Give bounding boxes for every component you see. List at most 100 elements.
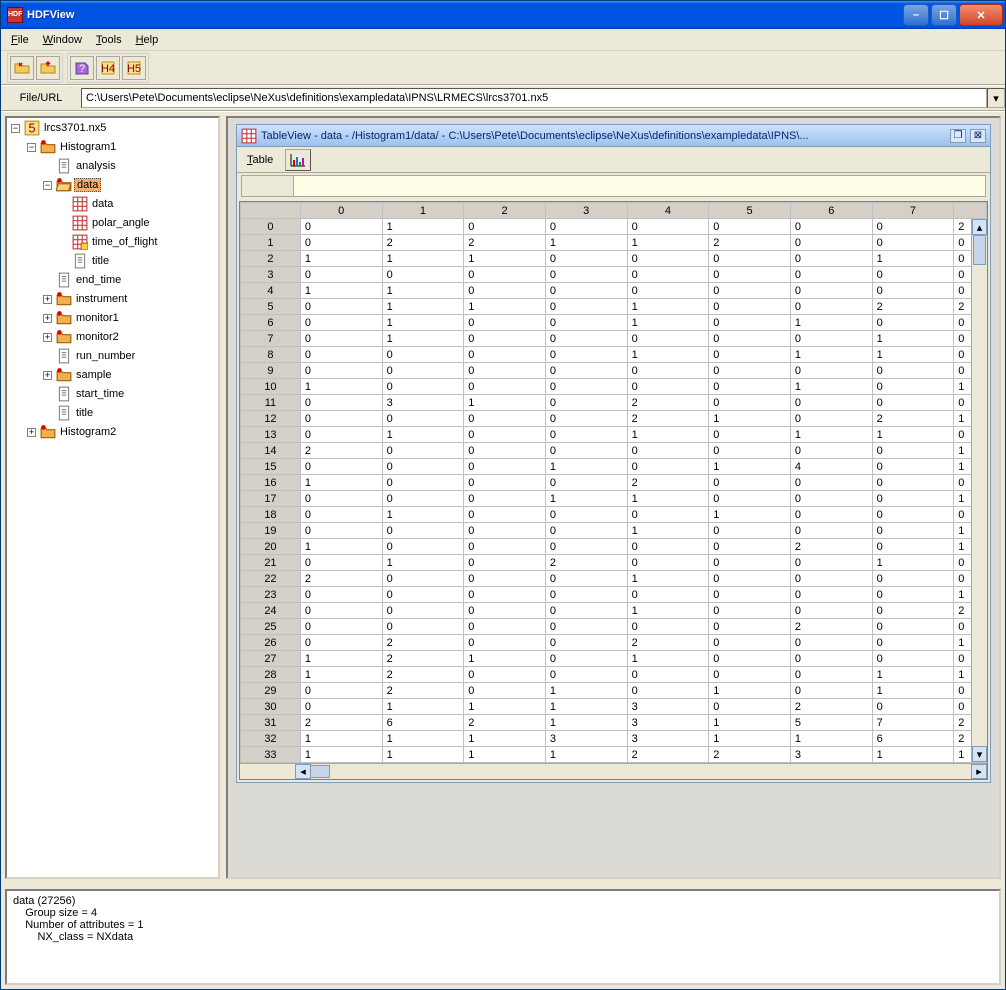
data-cell[interactable]: 1 xyxy=(464,747,546,763)
data-cell[interactable]: 0 xyxy=(709,443,791,459)
table-row[interactable]: 17000110001 xyxy=(241,491,987,507)
data-cell[interactable]: 0 xyxy=(709,491,791,507)
row-header[interactable]: 14 xyxy=(241,443,301,459)
column-header[interactable]: 0 xyxy=(300,203,382,219)
data-cell[interactable]: 1 xyxy=(627,523,709,539)
data-cell[interactable]: 0 xyxy=(627,363,709,379)
data-cell[interactable]: 0 xyxy=(790,651,872,667)
collapse-icon[interactable]: − xyxy=(11,124,20,133)
table-row[interactable]: 11031020000 xyxy=(241,395,987,411)
table-row[interactable]: 32111331162 xyxy=(241,731,987,747)
data-cell[interactable]: 0 xyxy=(464,475,546,491)
data-cell[interactable]: 0 xyxy=(790,683,872,699)
data-cell[interactable]: 3 xyxy=(627,699,709,715)
data-cell[interactable]: 1 xyxy=(300,651,382,667)
table-row[interactable]: 33111122311 xyxy=(241,747,987,763)
data-cell[interactable]: 0 xyxy=(464,683,546,699)
data-cell[interactable]: 0 xyxy=(464,667,546,683)
data-cell[interactable]: 0 xyxy=(790,491,872,507)
data-cell[interactable]: 1 xyxy=(382,731,464,747)
data-cell[interactable]: 1 xyxy=(300,283,382,299)
data-cell[interactable]: 0 xyxy=(627,219,709,235)
data-cell[interactable]: 0 xyxy=(790,571,872,587)
data-cell[interactable]: 0 xyxy=(709,539,791,555)
tree-monitor1[interactable]: +monitor1 xyxy=(41,309,218,327)
data-cell[interactable]: 0 xyxy=(382,379,464,395)
horizontal-scrollbar[interactable]: ◂ ▸ xyxy=(240,763,987,779)
data-cell[interactable]: 0 xyxy=(627,619,709,635)
data-cell[interactable]: 0 xyxy=(382,459,464,475)
data-cell[interactable]: 2 xyxy=(709,747,791,763)
tree-monitor2[interactable]: +monitor2 xyxy=(41,328,218,346)
tree-pane[interactable]: − 5 lrcs3701.nx5 − Histogram1 a xyxy=(5,116,220,879)
data-cell[interactable]: 0 xyxy=(627,667,709,683)
data-cell[interactable]: 0 xyxy=(790,219,872,235)
data-cell[interactable]: 0 xyxy=(790,667,872,683)
data-cell[interactable]: 0 xyxy=(627,251,709,267)
menu-window[interactable]: Window xyxy=(37,32,88,48)
data-cell[interactable]: 0 xyxy=(382,443,464,459)
data-cell[interactable]: 2 xyxy=(627,475,709,491)
chart-button[interactable] xyxy=(285,149,311,171)
data-cell[interactable]: 2 xyxy=(300,443,382,459)
data-cell[interactable]: 0 xyxy=(709,251,791,267)
data-cell[interactable]: 2 xyxy=(382,683,464,699)
data-cell[interactable]: 2 xyxy=(382,635,464,651)
data-cell[interactable]: 0 xyxy=(872,379,954,395)
data-cell[interactable]: 0 xyxy=(464,571,546,587)
data-cell[interactable]: 0 xyxy=(545,539,627,555)
data-cell[interactable]: 2 xyxy=(872,299,954,315)
data-cell[interactable]: 1 xyxy=(790,379,872,395)
data-cell[interactable]: 0 xyxy=(464,443,546,459)
data-cell[interactable]: 1 xyxy=(382,699,464,715)
data-cell[interactable]: 0 xyxy=(872,603,954,619)
data-cell[interactable]: 4 xyxy=(790,459,872,475)
data-cell[interactable]: 2 xyxy=(790,699,872,715)
data-cell[interactable]: 1 xyxy=(790,731,872,747)
data-cell[interactable]: 1 xyxy=(464,651,546,667)
data-cell[interactable]: 0 xyxy=(627,507,709,523)
tree-sample[interactable]: +sample xyxy=(41,366,218,384)
data-cell[interactable]: 0 xyxy=(872,587,954,603)
data-cell[interactable]: 0 xyxy=(872,539,954,555)
data-cell[interactable]: 0 xyxy=(709,363,791,379)
cell-reference[interactable] xyxy=(242,176,294,196)
data-cell[interactable]: 2 xyxy=(464,715,546,731)
data-cell[interactable]: 3 xyxy=(627,715,709,731)
data-cell[interactable]: 1 xyxy=(382,299,464,315)
column-header[interactable]: 6 xyxy=(790,203,872,219)
data-cell[interactable]: 1 xyxy=(464,299,546,315)
data-cell[interactable]: 1 xyxy=(464,731,546,747)
titlebar[interactable]: HDF HDFView – ☐ ✕ xyxy=(1,1,1005,29)
data-cell[interactable]: 0 xyxy=(382,363,464,379)
data-cell[interactable]: 0 xyxy=(790,267,872,283)
data-cell[interactable]: 0 xyxy=(627,555,709,571)
data-cell[interactable]: 0 xyxy=(300,619,382,635)
hdf5-button[interactable]: H5 xyxy=(122,56,146,80)
table-row[interactable]: 31262131572 xyxy=(241,715,987,731)
data-cell[interactable]: 0 xyxy=(464,619,546,635)
data-cell[interactable]: 2 xyxy=(382,651,464,667)
data-cell[interactable]: 1 xyxy=(709,715,791,731)
row-header[interactable]: 16 xyxy=(241,475,301,491)
row-header[interactable]: 28 xyxy=(241,667,301,683)
data-cell[interactable]: 0 xyxy=(790,507,872,523)
data-cell[interactable]: 0 xyxy=(872,459,954,475)
data-cell[interactable]: 0 xyxy=(464,603,546,619)
tree-root[interactable]: − 5 lrcs3701.nx5 xyxy=(9,119,218,137)
data-cell[interactable]: 0 xyxy=(872,395,954,411)
data-cell[interactable]: 0 xyxy=(300,699,382,715)
data-cell[interactable]: 0 xyxy=(300,491,382,507)
data-cell[interactable]: 0 xyxy=(790,635,872,651)
data-cell[interactable]: 1 xyxy=(709,411,791,427)
data-cell[interactable]: 1 xyxy=(872,251,954,267)
data-cell[interactable]: 0 xyxy=(872,315,954,331)
row-header[interactable]: 13 xyxy=(241,427,301,443)
hdf4-button[interactable]: H4 xyxy=(96,56,120,80)
data-cell[interactable]: 0 xyxy=(545,635,627,651)
table-row[interactable]: 26020020001 xyxy=(241,635,987,651)
table-row[interactable]: 22200010000 xyxy=(241,571,987,587)
data-cell[interactable]: 2 xyxy=(627,395,709,411)
data-cell[interactable]: 0 xyxy=(545,219,627,235)
expand-icon[interactable]: + xyxy=(27,428,36,437)
